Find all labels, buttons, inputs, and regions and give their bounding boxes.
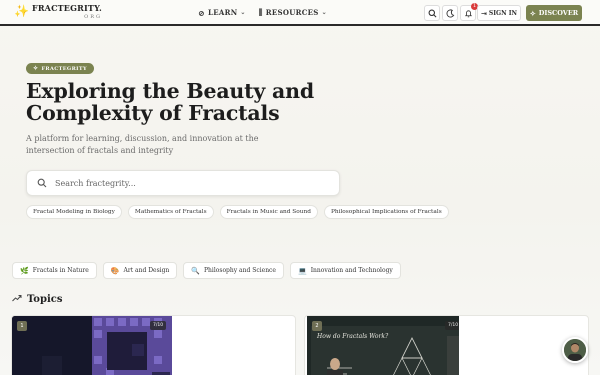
video-caption: How do Fractals Work? <box>317 333 389 340</box>
category-label: Philosophy and Science <box>204 267 276 274</box>
nav-resources[interactable]: ⫼ RESOURCES ⌄ <box>259 7 327 18</box>
hero-subtitle: A platform for learning, discussion, and… <box>26 134 259 155</box>
palette-icon: 🎨 <box>110 266 120 275</box>
assistant-avatar[interactable] <box>562 337 588 363</box>
site-logo[interactable]: ✨ FRACTEGRITY. ORG <box>14 4 102 21</box>
topic-card[interactable]: How do Fractals Work? 2 7/10 <box>304 315 589 375</box>
category-fractals-in-nature[interactable]: 🌿 Fractals in Nature <box>12 262 97 279</box>
topic-rating: 7/10 <box>150 321 167 330</box>
category-label: Art and Design <box>123 267 170 274</box>
search-icon <box>37 178 47 188</box>
person-avatar-image <box>564 339 586 361</box>
theme-toggle-button[interactable] <box>442 5 458 21</box>
library-icon: ⫼ <box>258 7 263 17</box>
chevron-down-icon: ⌄ <box>240 9 246 16</box>
leaf-icon: 🌿 <box>20 266 29 275</box>
search-icon <box>428 9 436 17</box>
discover-button[interactable]: ✧ DISCOVER <box>526 5 582 21</box>
topics-title: Topics <box>27 294 63 305</box>
hero-badge-label: FRACTEGRITY <box>41 65 87 72</box>
search-suggestions: Fractal Modeling in Biology Mathematics … <box>26 205 449 219</box>
moon-icon <box>445 8 454 17</box>
bell-icon <box>464 9 472 17</box>
topic-number: 1 <box>17 321 27 331</box>
notifications-button[interactable]: 1 <box>460 3 478 21</box>
discover-label: DISCOVER <box>538 9 579 17</box>
logo-sub-text: ORG <box>84 14 102 20</box>
logo-main-text: FRACTEGRITY. <box>31 3 102 13</box>
sparkle-icon: ✧ <box>33 65 39 72</box>
main-nav: ⊘ LEARN ⌄ ⫼ RESOURCES ⌄ <box>198 7 327 18</box>
video-still-image <box>307 316 459 375</box>
hero-badge: ✧ FRACTEGRITY <box>26 63 94 74</box>
search-bar[interactable] <box>26 170 340 196</box>
sparkle-icon: ✨ <box>14 4 29 18</box>
category-label: Innovation and Technology <box>310 267 393 274</box>
fractal-image <box>12 316 172 375</box>
sign-in-icon: ⇥ <box>480 8 487 18</box>
suggestion-chip[interactable]: Mathematics of Fractals <box>127 205 214 219</box>
top-header: ✨ FRACTEGRITY. ORG ⊘ LEARN ⌄ ⫼ RESOURCES… <box>0 0 600 26</box>
suggestion-chip[interactable]: Philosophical Implications of Fractals <box>323 205 449 219</box>
compass-icon: ⊘ <box>198 7 206 18</box>
category-art-and-design[interactable]: 🎨 Art and Design <box>102 262 178 279</box>
topic-thumbnail: How do Fractals Work? 2 7/10 <box>307 316 459 375</box>
computer-icon: 💻 <box>297 266 307 275</box>
category-filters: 🌿 Fractals in Nature 🎨 Art and Design 🔍 … <box>12 262 401 279</box>
sign-in-button[interactable]: ⇥ SIGN IN <box>477 5 521 21</box>
sign-in-label: SIGN IN <box>488 9 517 17</box>
topic-card[interactable]: 1 7/10 <box>11 315 296 375</box>
search-input[interactable] <box>55 178 315 188</box>
chevron-down-icon: ⌄ <box>321 9 327 16</box>
nav-learn[interactable]: ⊘ LEARN ⌄ <box>198 7 246 18</box>
topic-thumbnail: 1 7/10 <box>12 316 172 375</box>
magnifier-icon: 🔍 <box>191 266 201 275</box>
category-philosophy-and-science[interactable]: 🔍 Philosophy and Science <box>183 262 284 279</box>
suggestion-chip[interactable]: Fractals in Music and Sound <box>219 205 318 219</box>
suggestion-chip[interactable]: Fractal Modeling in Biology <box>26 205 122 219</box>
category-innovation-and-technology[interactable]: 💻 Innovation and Technology <box>289 262 401 279</box>
search-button[interactable] <box>424 5 440 21</box>
topics-heading: Topics <box>12 294 62 305</box>
sparkle-icon: ✧ <box>529 8 536 18</box>
topic-rating: 7/10 <box>445 321 459 330</box>
category-label: Fractals in Nature <box>32 267 89 274</box>
nav-resources-label: RESOURCES <box>265 8 319 17</box>
hero-title: Exploring the Beauty and Complexity of F… <box>26 79 314 125</box>
nav-learn-label: LEARN <box>208 8 238 17</box>
trending-up-icon <box>12 294 22 305</box>
topic-number: 2 <box>312 321 322 331</box>
